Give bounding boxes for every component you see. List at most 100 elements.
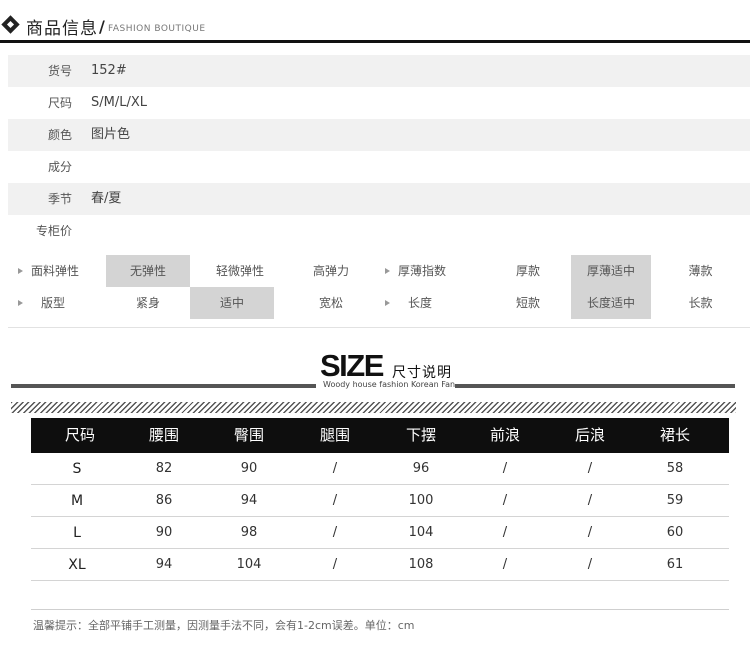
table-cell: 90 [155, 525, 173, 540]
attr-option-no-stretch: 无弹性 [106, 255, 190, 287]
attr-option-long: 长款 [688, 296, 713, 310]
size-heading: SIZE [320, 348, 384, 383]
table-cell: 94 [155, 557, 173, 572]
table-cell: / [502, 557, 508, 572]
attribute-divider [8, 327, 750, 328]
info-value: S/M/L/XL [91, 95, 147, 110]
info-row-composition: 成分 [8, 151, 750, 183]
column-header: 后浪 [574, 426, 605, 444]
attribute-row-fit-length: 版型 紧身 适中 宽松 长度 短款 长度适中 长款 [8, 287, 750, 319]
table-cell: 100 [408, 493, 434, 508]
attr-heading-fit: 版型 [18, 287, 106, 319]
size-heading-cn: 尺寸说明 [392, 365, 452, 381]
table-cell: / [587, 525, 593, 540]
info-value: 152# [91, 63, 127, 78]
attr-option-high-stretch: 高弹力 [312, 264, 349, 278]
table-cell: 108 [408, 557, 434, 572]
table-cell: M [70, 493, 84, 509]
table-cell: 90 [240, 461, 258, 476]
info-label: 成分 [47, 160, 72, 174]
size-heading-tagline: Woody house fashion Korean Fan [323, 380, 456, 389]
size-table-header: 尺码 腰围 臀围 腿围 下摆 前浪 后浪 裙长 [31, 418, 729, 453]
table-cell: 60 [666, 525, 684, 540]
table-cell: 98 [240, 525, 258, 540]
table-cell: 94 [240, 493, 258, 508]
info-value: 图片色 [91, 127, 131, 142]
table-cell: / [587, 461, 593, 476]
table-row: L 90 98 / 104 / / 60 [31, 517, 729, 549]
table-cell: / [502, 525, 508, 540]
measurement-note: 温馨提示：全部平铺手工测量，因测量手法不同，会有1-2cm误差。单位：cm [33, 619, 415, 632]
attr-option-medium-thickness: 厚薄适中 [571, 255, 651, 287]
attr-heading-label: 长度 [408, 296, 433, 310]
attr-option-slight-stretch: 轻微弹性 [215, 264, 264, 278]
header-divider [0, 40, 750, 43]
table-cell: 61 [666, 557, 684, 572]
table-row: M 86 94 / 100 / / 59 [31, 485, 729, 517]
table-cell: 104 [408, 525, 434, 540]
attr-heading-length: 长度 [385, 287, 485, 319]
info-row-counter-price: 专柜价 [8, 215, 750, 247]
info-label: 尺码 [47, 96, 72, 110]
banner-line-right [455, 384, 735, 388]
table-cell: / [332, 493, 338, 508]
section-header: 商品信息 / FASHION BOUTIQUE [0, 0, 750, 44]
attr-heading-label: 厚薄指数 [398, 264, 447, 278]
attribute-grid: 面料弹性 无弹性 轻微弹性 高弹力 厚薄指数 厚款 厚薄适中 薄款 版型 紧身 … [8, 255, 750, 319]
product-info-list: 货号 152# 尺码 S/M/L/XL 颜色 图片色 成分 季节 春/夏 专柜价 [8, 55, 750, 247]
table-cell: 82 [155, 461, 173, 476]
footnote-divider [31, 609, 729, 610]
triangle-right-icon [385, 300, 390, 306]
column-header: 裙长 [659, 426, 690, 444]
attr-option-regular-fit: 适中 [190, 287, 274, 319]
attr-heading-thickness: 厚薄指数 [385, 255, 485, 287]
column-header: 前浪 [489, 426, 520, 444]
size-table: 尺码 腰围 臀围 腿围 下摆 前浪 后浪 裙长 S 82 90 / 96 / /… [31, 418, 729, 581]
table-cell: / [332, 461, 338, 476]
attr-option-short: 短款 [515, 296, 540, 310]
section-title: 商品信息 [26, 19, 98, 39]
triangle-right-icon [18, 300, 23, 306]
hatched-divider [11, 402, 736, 413]
attr-option-loose: 宽松 [318, 296, 343, 310]
attribute-row-elasticity-thickness: 面料弹性 无弹性 轻微弹性 高弹力 厚薄指数 厚款 厚薄适中 薄款 [8, 255, 750, 287]
table-cell: / [502, 493, 508, 508]
info-value: 春/夏 [91, 191, 122, 206]
column-header: 腿围 [319, 426, 350, 444]
attr-heading-label: 面料弹性 [31, 264, 80, 278]
table-cell: / [502, 461, 508, 476]
size-banner: SIZE 尺寸说明 Woody house fashion Korean Fan [0, 340, 750, 400]
attr-option-medium-length: 长度适中 [571, 287, 651, 319]
table-cell: XL [68, 557, 86, 573]
table-cell: S [72, 461, 82, 477]
table-cell: L [73, 525, 81, 541]
triangle-right-icon [18, 268, 23, 274]
info-label: 颜色 [47, 128, 72, 142]
table-cell: 58 [666, 461, 684, 476]
diamond-icon [1, 15, 20, 34]
column-header: 下摆 [405, 426, 436, 444]
triangle-right-icon [385, 268, 390, 274]
banner-line-left [11, 384, 316, 388]
info-label: 专柜价 [35, 224, 72, 238]
table-cell: 59 [666, 493, 684, 508]
info-row-size: 尺码 S/M/L/XL [8, 87, 750, 119]
attr-heading-label: 版型 [41, 296, 66, 310]
title-separator: / [99, 17, 105, 36]
info-label: 货号 [47, 64, 72, 78]
table-cell: / [587, 493, 593, 508]
info-row-color: 颜色 图片色 [8, 119, 750, 151]
column-header: 尺码 [64, 426, 95, 444]
column-header: 臀围 [233, 426, 264, 444]
table-cell: / [332, 525, 338, 540]
table-row: XL 94 104 / 108 / / 61 [31, 549, 729, 581]
section-subtitle: FASHION BOUTIQUE [108, 24, 206, 34]
attr-option-thick: 厚款 [515, 264, 540, 278]
info-row-season: 季节 春/夏 [8, 183, 750, 215]
attr-option-thin: 薄款 [688, 264, 713, 278]
table-cell: 86 [155, 493, 173, 508]
table-cell: / [332, 557, 338, 572]
attr-option-tight: 紧身 [135, 296, 160, 310]
table-cell: 104 [236, 557, 262, 572]
info-label: 季节 [47, 192, 72, 206]
